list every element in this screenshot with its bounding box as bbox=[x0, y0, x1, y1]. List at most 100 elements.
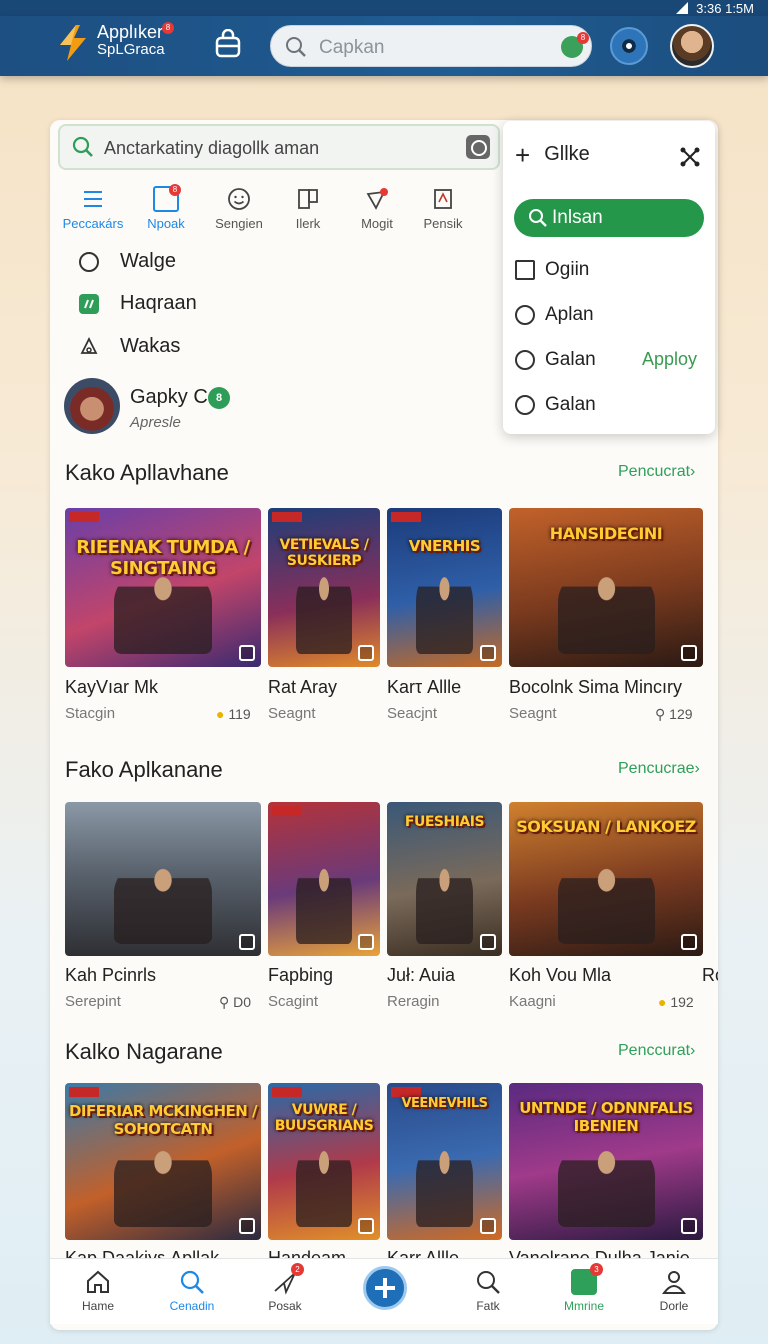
top-search-input[interactable]: Capkan bbox=[319, 37, 385, 59]
game-tile[interactable]: RIEENAK TUMDA / SINGTAING bbox=[65, 508, 261, 667]
brand-line-1: Applıker bbox=[97, 22, 164, 42]
game-tile[interactable]: DIFERIAR MCKINGHEN / SOHOTCATN bbox=[65, 1083, 261, 1240]
apply-button[interactable]: Apploy bbox=[642, 349, 697, 370]
game-tile[interactable]: SOKSUAN / LANKOEZ bbox=[509, 802, 703, 956]
nav-find[interactable]: Fatk bbox=[448, 1269, 528, 1313]
dropdown-search-button[interactable]: Inlsan bbox=[514, 199, 704, 237]
nav-messages[interactable]: 3 Mmrine bbox=[544, 1263, 624, 1313]
game-meta-value: 119 bbox=[228, 706, 251, 722]
game-name[interactable]: Vanelrane Dulha Janie bbox=[509, 1248, 690, 1258]
tab-pensik[interactable]: Pensik bbox=[408, 186, 478, 231]
game-name[interactable]: KayVıar Mk bbox=[65, 677, 158, 698]
game-name[interactable]: Handeam bbox=[268, 1248, 346, 1258]
game-name[interactable]: Kah Pcinrls bbox=[65, 965, 156, 986]
tab-npoak[interactable]: 8 Npoak bbox=[131, 184, 201, 231]
tile-corner-icon bbox=[681, 934, 697, 950]
search-icon bbox=[180, 1270, 204, 1294]
dropdown-option-label: Aplan bbox=[545, 304, 594, 325]
game-tile[interactable]: FUESHIAIS bbox=[387, 802, 502, 956]
record-button[interactable] bbox=[610, 27, 648, 65]
game-tile[interactable]: VUWRE / BUUSGRIANS bbox=[268, 1083, 380, 1240]
user-name: Gapky C bbox=[130, 386, 208, 408]
nav-label: Dorle bbox=[659, 1299, 689, 1313]
nav-posts[interactable]: 2 Posak bbox=[245, 1263, 325, 1313]
game-tile[interactable]: VETIEVALS / SUSKIERP bbox=[268, 508, 380, 667]
dropdown-option-checkbox[interactable]: Ogiin bbox=[515, 259, 589, 281]
game-name[interactable]: Fapbing bbox=[268, 965, 333, 986]
game-meta: ⚲ 129 bbox=[655, 706, 693, 723]
game-name[interactable]: Kap Daakiyε Apllak bbox=[65, 1248, 219, 1258]
tile-corner-icon bbox=[358, 645, 374, 661]
dropdown-option-radio[interactable]: Galan bbox=[515, 394, 596, 416]
nav-label: Cenadin bbox=[169, 1299, 215, 1313]
menu-option-wakas[interactable]: Wakas bbox=[78, 335, 180, 358]
lightning-logo-icon bbox=[60, 25, 86, 61]
dropdown-header[interactable]: + Gllke bbox=[515, 139, 590, 170]
brand-name[interactable]: Applıker SpLGraca 8 bbox=[97, 22, 174, 59]
game-name-overflow: Rc bbox=[702, 965, 718, 985]
profile-avatar[interactable] bbox=[670, 24, 714, 68]
tile-corner-icon bbox=[480, 934, 496, 950]
tile-figure bbox=[415, 859, 474, 944]
tile-tag bbox=[69, 1087, 99, 1097]
game-tile[interactable]: VNERHIS bbox=[387, 508, 502, 667]
game-name[interactable]: Juł: Auia bbox=[387, 965, 455, 986]
tile-art-text: UNTNDE / ODNNFALIS IBENIEN bbox=[519, 1098, 693, 1135]
section-see-all-link[interactable]: Pencucrat› bbox=[618, 463, 695, 481]
game-tile[interactable]: HANSIDECINI bbox=[509, 508, 703, 667]
game-tile[interactable] bbox=[268, 802, 380, 956]
tab-ilerk[interactable]: Ilerk bbox=[273, 186, 343, 231]
edit-icon[interactable] bbox=[466, 135, 490, 159]
signal-icon bbox=[676, 2, 689, 14]
game-name[interactable]: Bocolnk Sima Mincıry bbox=[509, 677, 682, 698]
game-subtitle: Seagnt bbox=[509, 705, 557, 722]
game-name[interactable]: Koh Vou Mla bbox=[509, 965, 611, 986]
checkbox-icon bbox=[515, 260, 535, 280]
main-search-field[interactable]: Anctarkatiny diagollk aman bbox=[58, 124, 500, 170]
nav-profile[interactable]: Dorle bbox=[634, 1269, 714, 1313]
tile-art-text: FUESHIAIS bbox=[404, 814, 485, 831]
tab-mogit[interactable]: Mogit bbox=[342, 186, 412, 231]
nav-badge: 2 bbox=[291, 1263, 304, 1276]
game-name[interactable]: Rat Aray bbox=[268, 677, 337, 698]
game-tile[interactable]: VEENEVHILS bbox=[387, 1083, 502, 1240]
search-icon bbox=[286, 37, 306, 57]
tile-corner-icon bbox=[681, 645, 697, 661]
dropdown-option-radio[interactable]: Galan bbox=[515, 349, 596, 371]
tile-figure bbox=[296, 566, 352, 655]
top-search-bar[interactable]: Capkan 8 bbox=[270, 25, 592, 67]
voice-search-badge: 8 bbox=[577, 32, 589, 44]
menu-option-haqraan[interactable]: Haqraan bbox=[78, 292, 197, 315]
search-icon: ⚲ bbox=[655, 706, 666, 722]
user-profile-row[interactable]: Gapky C 8 Apresle bbox=[64, 378, 364, 438]
menu-option-label: Walge bbox=[120, 250, 176, 272]
plus-icon: + bbox=[515, 139, 531, 170]
user-subtitle: Apresle bbox=[130, 414, 181, 431]
game-meta: ⚲ D0 bbox=[219, 994, 251, 1011]
nav-search[interactable]: Cenadin bbox=[152, 1269, 232, 1313]
dropdown-option-radio[interactable]: Aplan bbox=[515, 304, 594, 326]
game-subtitle: Serepint bbox=[65, 993, 121, 1010]
share-icon[interactable] bbox=[679, 146, 701, 168]
add-button[interactable] bbox=[363, 1266, 407, 1310]
game-name[interactable]: Karr Allle bbox=[387, 1248, 459, 1258]
section-see-all-link[interactable]: Pencucrae› bbox=[618, 760, 700, 778]
search-icon bbox=[529, 209, 547, 227]
menu-option-walge[interactable]: Walge bbox=[78, 250, 176, 273]
game-subtitle: Seagnt bbox=[268, 705, 316, 722]
shopping-bag-icon[interactable] bbox=[214, 29, 242, 59]
game-subtitle: Stacgin bbox=[65, 705, 116, 722]
tab-peccakars[interactable]: Peccaκárs bbox=[58, 186, 128, 231]
game-name[interactable]: Karτ Allle bbox=[387, 677, 461, 698]
voice-search-icon[interactable]: 8 bbox=[561, 32, 589, 58]
section-see-all-link[interactable]: Penccurat› bbox=[618, 1042, 695, 1060]
user-avatar[interactable] bbox=[64, 378, 120, 434]
tile-corner-icon bbox=[358, 934, 374, 950]
game-tile[interactable] bbox=[65, 802, 261, 956]
main-search-text[interactable]: Anctarkatiny diagollk aman bbox=[104, 138, 319, 159]
game-tile[interactable]: UNTNDE / ODNNFALIS IBENIEN bbox=[509, 1083, 703, 1240]
tab-sengien[interactable]: Sengien bbox=[204, 186, 274, 231]
nav-home[interactable]: Hame bbox=[58, 1269, 138, 1313]
game-meta-value: 192 bbox=[670, 994, 694, 1010]
game-subtitle: Reragin bbox=[387, 993, 440, 1010]
